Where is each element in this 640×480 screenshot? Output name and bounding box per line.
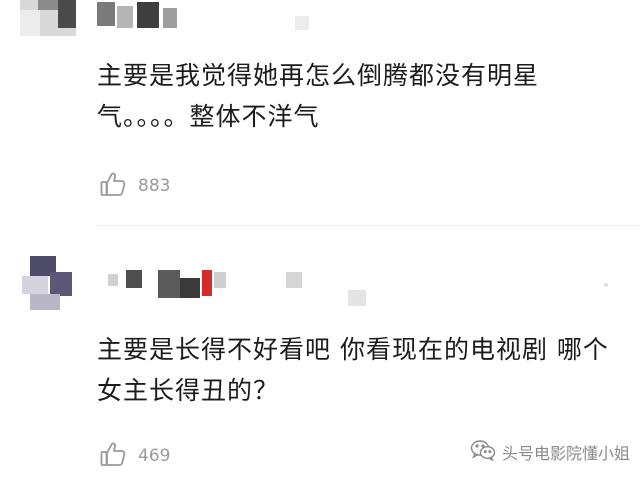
- more-dot: [604, 283, 608, 287]
- watermark: 头号电影院懂小姐: [470, 437, 630, 467]
- avatar[interactable]: [20, 254, 76, 314]
- like-button[interactable]: 469: [99, 440, 170, 472]
- thumbs-up-icon: [99, 170, 127, 202]
- username[interactable]: [108, 268, 370, 308]
- wechat-icon: [470, 439, 502, 465]
- comment-item: 主要是我觉得她再怎么倒腾都没有明星气。。。。整体不洋气 883: [0, 0, 640, 226]
- thumbs-up-icon: [99, 440, 127, 472]
- watermark-text: 头号电影院懂小姐: [501, 444, 630, 463]
- comment-text: 主要是长得不好看吧 你看现在的电视剧 哪个女主长得丑的？: [97, 335, 609, 405]
- username[interactable]: [97, 2, 337, 42]
- avatar[interactable]: [20, 0, 76, 36]
- like-button[interactable]: 883: [99, 170, 170, 202]
- like-count: 469: [138, 446, 171, 466]
- like-count: 883: [138, 176, 171, 196]
- comment-text: 主要是我觉得她再怎么倒腾都没有明星气。。。。整体不洋气: [97, 61, 540, 131]
